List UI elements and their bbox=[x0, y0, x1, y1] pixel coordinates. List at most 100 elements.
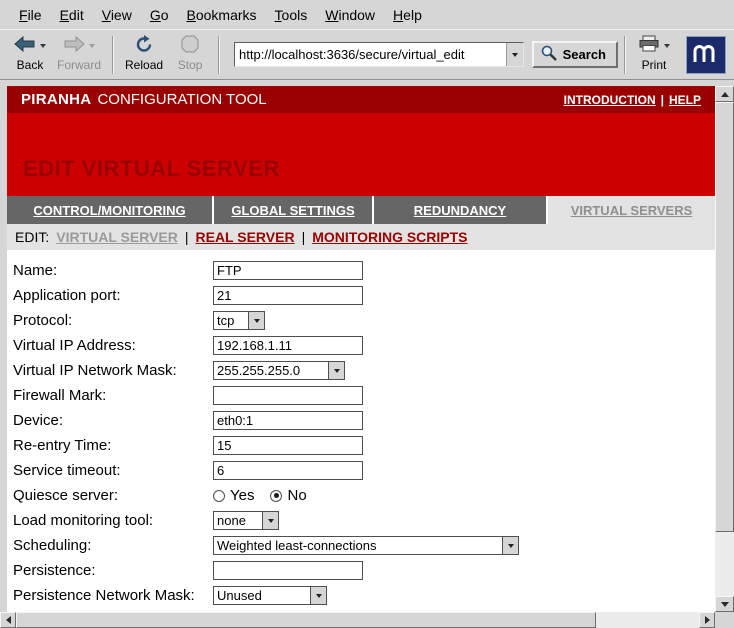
field-label: Device: bbox=[13, 412, 213, 429]
menu-edit[interactable]: Edit bbox=[51, 3, 93, 27]
load-monitoring-select[interactable]: none bbox=[213, 511, 279, 530]
toolbar-separator bbox=[624, 36, 626, 74]
scroll-down-button[interactable] bbox=[715, 596, 734, 612]
stop-icon bbox=[181, 35, 199, 58]
dropdown-button[interactable] bbox=[310, 587, 326, 604]
field-label: Virtual IP Network Mask: bbox=[13, 362, 213, 379]
name-input[interactable] bbox=[213, 261, 363, 280]
form-row: Protocol: tcp bbox=[13, 308, 715, 333]
mozilla-m-icon bbox=[691, 38, 721, 71]
back-dropdown-icon[interactable] bbox=[40, 44, 46, 48]
monitoring-scripts-link[interactable]: MONITORING SCRIPTS bbox=[312, 229, 467, 245]
scroll-up-button[interactable] bbox=[715, 86, 734, 102]
field-label: Protocol: bbox=[13, 312, 213, 329]
mozilla-logo[interactable] bbox=[686, 36, 726, 74]
form-row: Scheduling: Weighted least-connections bbox=[13, 533, 715, 558]
application-port-input[interactable] bbox=[213, 286, 363, 305]
reload-button[interactable]: Reload bbox=[120, 35, 168, 74]
scrollbar-corner bbox=[715, 612, 734, 628]
form-row: Name: bbox=[13, 258, 715, 283]
quiesce-yes-label: Yes bbox=[230, 487, 254, 504]
menu-window[interactable]: Window bbox=[316, 3, 384, 27]
vertical-scrollbar[interactable] bbox=[715, 86, 734, 612]
toolbar-separator bbox=[218, 36, 220, 74]
subnav-bar: EDIT: VIRTUAL SERVER | REAL SERVER | MON… bbox=[7, 224, 715, 250]
tab-bar: CONTROL/MONITORING GLOBAL SETTINGS REDUN… bbox=[7, 196, 715, 224]
device-input[interactable] bbox=[213, 411, 363, 430]
field-label: Persistence Network Mask: bbox=[13, 587, 213, 604]
url-dropdown-button[interactable] bbox=[506, 43, 523, 66]
scroll-right-button[interactable] bbox=[699, 612, 715, 628]
arrow-down-icon bbox=[721, 602, 729, 607]
scroll-left-button[interactable] bbox=[0, 612, 16, 628]
menu-go[interactable]: Go bbox=[141, 3, 178, 27]
quiesce-yes-radio[interactable] bbox=[213, 490, 225, 502]
form-row: Quiesce server: Yes No bbox=[13, 483, 715, 508]
subnav-separator: | bbox=[302, 229, 306, 245]
arrow-left-icon bbox=[6, 616, 11, 624]
service-timeout-input[interactable] bbox=[213, 461, 363, 480]
field-label: Service timeout: bbox=[13, 462, 213, 479]
menu-bookmarks[interactable]: Bookmarks bbox=[178, 3, 266, 27]
search-button[interactable]: Search bbox=[532, 41, 618, 68]
back-button[interactable]: Back bbox=[8, 35, 52, 74]
virtual-ip-netmask-select[interactable]: 255.255.255.0 bbox=[213, 361, 345, 380]
brand-suffix: CONFIGURATION TOOL bbox=[97, 91, 266, 108]
forward-button[interactable]: Forward bbox=[52, 35, 106, 74]
real-server-link[interactable]: REAL SERVER bbox=[196, 229, 295, 245]
print-dropdown-icon[interactable] bbox=[664, 44, 670, 48]
tab-global-settings[interactable]: GLOBAL SETTINGS bbox=[214, 196, 372, 224]
bottom-bar bbox=[0, 612, 734, 628]
url-input[interactable] bbox=[235, 44, 506, 65]
arrow-up-icon bbox=[721, 92, 729, 97]
form-row: Firewall Mark: bbox=[13, 383, 715, 408]
quiesce-no-radio[interactable] bbox=[270, 490, 282, 502]
horizontal-scrollbar[interactable] bbox=[0, 612, 715, 628]
dropdown-button[interactable] bbox=[328, 362, 344, 379]
url-bar bbox=[234, 42, 524, 67]
horizontal-scroll-thumb[interactable] bbox=[16, 612, 596, 628]
menu-file[interactable]: File bbox=[10, 3, 51, 27]
scheduling-select[interactable]: Weighted least-connections bbox=[213, 536, 519, 555]
search-icon bbox=[540, 44, 558, 65]
horizontal-scroll-track[interactable] bbox=[16, 612, 699, 628]
field-label: Persistence: bbox=[13, 562, 213, 579]
dropdown-button[interactable] bbox=[502, 537, 518, 554]
form-row: Load monitoring tool: none bbox=[13, 508, 715, 533]
persistence-netmask-select[interactable]: Unused bbox=[213, 586, 327, 605]
tab-redundancy[interactable]: REDUNDANCY bbox=[374, 196, 546, 224]
help-link[interactable]: HELP bbox=[669, 93, 701, 107]
dropdown-button[interactable] bbox=[262, 512, 278, 529]
menu-tools[interactable]: Tools bbox=[266, 3, 317, 27]
form-row: Service timeout: bbox=[13, 458, 715, 483]
piranha-page: PIRANHA CONFIGURATION TOOL INTRODUCTION … bbox=[7, 86, 715, 612]
print-button[interactable]: Print bbox=[632, 35, 676, 74]
dropdown-button[interactable] bbox=[248, 312, 264, 329]
brand-name: PIRANHA bbox=[21, 91, 91, 108]
arrow-right-icon bbox=[705, 616, 710, 624]
stop-button[interactable]: Stop bbox=[168, 35, 212, 74]
menu-help[interactable]: Help bbox=[384, 3, 431, 27]
form-row: Persistence Network Mask: Unused bbox=[13, 583, 715, 608]
printer-icon bbox=[638, 35, 660, 57]
firewall-mark-input[interactable] bbox=[213, 386, 363, 405]
reentry-time-input[interactable] bbox=[213, 436, 363, 455]
form-row: Device: bbox=[13, 408, 715, 433]
field-label: Firewall Mark: bbox=[13, 387, 213, 404]
form-row: Virtual IP Address: bbox=[13, 333, 715, 358]
chevron-down-icon bbox=[512, 53, 518, 57]
title-banner: EDIT VIRTUAL SERVER bbox=[7, 113, 715, 196]
introduction-link[interactable]: INTRODUCTION bbox=[564, 93, 656, 107]
protocol-select[interactable]: tcp bbox=[213, 311, 265, 330]
tab-virtual-servers[interactable]: VIRTUAL SERVERS bbox=[548, 196, 715, 224]
header-link-separator: | bbox=[661, 93, 664, 107]
vertical-scroll-thumb[interactable] bbox=[715, 102, 734, 532]
tab-control-monitoring[interactable]: CONTROL/MONITORING bbox=[7, 196, 212, 224]
persistence-input[interactable] bbox=[213, 561, 363, 580]
menu-view[interactable]: View bbox=[93, 3, 141, 27]
form-row: Persistence: bbox=[13, 558, 715, 583]
forward-arrow-icon bbox=[63, 36, 85, 57]
vertical-scroll-track[interactable] bbox=[715, 102, 734, 596]
toolbar: Back Forward Reload bbox=[0, 29, 734, 80]
virtual-ip-input[interactable] bbox=[213, 336, 363, 355]
